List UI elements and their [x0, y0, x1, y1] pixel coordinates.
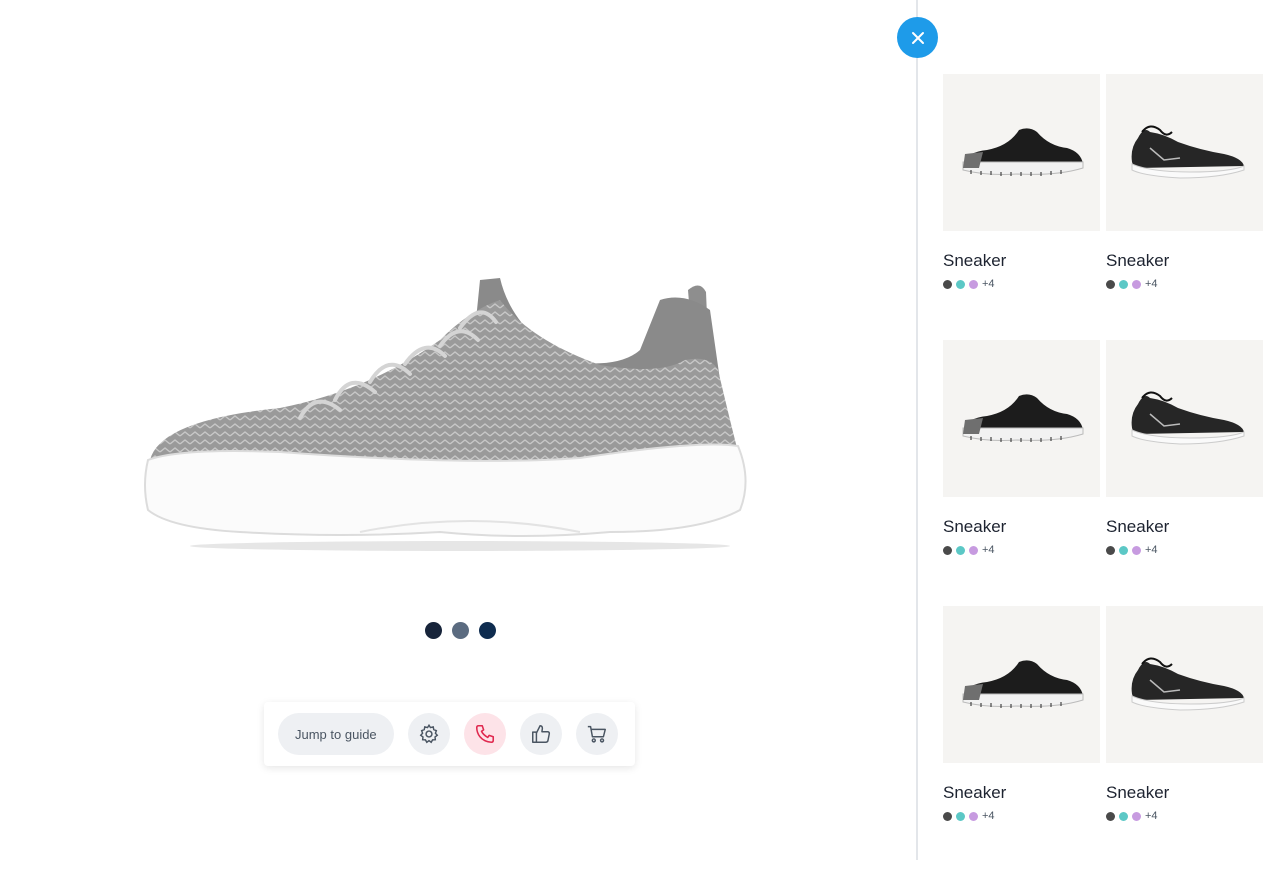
thumbs-up-icon — [531, 725, 550, 743]
product-card-3[interactable]: Sneaker +4 — [943, 340, 1100, 606]
sneaker-thumbnail-image — [962, 393, 1083, 442]
product-swatches: +4 — [943, 544, 1100, 556]
swatch-2 — [1119, 545, 1128, 555]
sneaker-thumbnail-image — [1131, 657, 1244, 711]
like-button[interactable] — [519, 713, 562, 755]
more-colors-count: +4 — [982, 810, 995, 822]
swatch-1 — [943, 279, 952, 289]
phone-icon — [475, 724, 494, 744]
more-colors-count: +4 — [1145, 544, 1158, 556]
swatch-3 — [969, 279, 978, 289]
sneaker-thumbnail-image — [962, 127, 1083, 176]
swatch-2 — [1119, 279, 1128, 289]
product-card-5[interactable]: Sneaker +4 — [943, 606, 1100, 872]
close-button[interactable] — [897, 17, 938, 58]
hero-sneaker-image — [144, 278, 747, 551]
product-thumbnail — [1106, 74, 1263, 231]
more-colors-count: +4 — [982, 278, 995, 290]
product-swatches: +4 — [1106, 544, 1263, 556]
more-colors-count: +4 — [1145, 278, 1158, 290]
jump-to-guide-button[interactable]: Jump to guide — [278, 713, 394, 755]
product-swatches: +4 — [943, 810, 1100, 822]
swatch-3 — [1132, 545, 1141, 555]
product-card-6[interactable]: Sneaker +4 — [1106, 606, 1263, 872]
swatch-1 — [1106, 279, 1115, 289]
sneaker-thumbnail-image — [1131, 125, 1244, 179]
call-button[interactable] — [463, 713, 506, 755]
product-name: Sneaker — [943, 783, 1007, 802]
swatch-2 — [1119, 811, 1128, 821]
product-name: Sneaker — [1106, 783, 1170, 802]
product-card-4[interactable]: Sneaker +4 — [1106, 340, 1263, 606]
swatch-3 — [1132, 811, 1141, 821]
color-dot-1[interactable] — [425, 622, 442, 639]
close-icon — [911, 31, 924, 44]
gear-icon — [419, 723, 439, 744]
sneaker-thumbnail-image — [1131, 391, 1244, 445]
swatch-2 — [956, 811, 965, 821]
product-thumbnail — [1106, 340, 1263, 497]
panel-divider — [916, 0, 918, 860]
product-thumbnail — [943, 74, 1100, 231]
product-name: Sneaker — [1106, 251, 1170, 270]
product-name: Sneaker — [1106, 517, 1170, 536]
product-name: Sneaker — [943, 251, 1007, 270]
product-stage: Jump to guide — [0, 0, 916, 860]
sneaker-thumbnail-image — [962, 659, 1083, 708]
product-grid: Sneaker +4 Sneaker +4 Sneaker +4 Sneaker — [943, 74, 1263, 872]
swatch-3 — [1132, 279, 1141, 289]
swatch-1 — [943, 545, 952, 555]
cart-icon — [587, 725, 606, 743]
more-colors-count: +4 — [982, 544, 995, 556]
color-dot-2[interactable] — [452, 622, 469, 639]
product-swatches: +4 — [1106, 810, 1263, 822]
cart-button[interactable] — [575, 713, 618, 755]
product-name: Sneaker — [943, 517, 1007, 536]
color-dot-3[interactable] — [479, 622, 496, 639]
swatch-2 — [956, 545, 965, 555]
swatch-1 — [943, 811, 952, 821]
more-colors-count: +4 — [1145, 810, 1158, 822]
product-thumbnail — [943, 340, 1100, 497]
swatch-2 — [956, 279, 965, 289]
product-swatches: +4 — [1106, 278, 1263, 290]
swatch-1 — [1106, 811, 1115, 821]
action-toolbar: Jump to guide — [264, 702, 635, 766]
swatch-3 — [969, 811, 978, 821]
product-card-2[interactable]: Sneaker +4 — [1106, 74, 1263, 340]
swatch-3 — [969, 545, 978, 555]
product-thumbnail — [943, 606, 1100, 763]
swatch-1 — [1106, 545, 1115, 555]
product-swatches: +4 — [943, 278, 1100, 290]
product-thumbnail — [1106, 606, 1263, 763]
settings-button[interactable] — [407, 713, 450, 755]
color-variant-dots — [425, 622, 496, 639]
product-card-1[interactable]: Sneaker +4 — [943, 74, 1100, 340]
